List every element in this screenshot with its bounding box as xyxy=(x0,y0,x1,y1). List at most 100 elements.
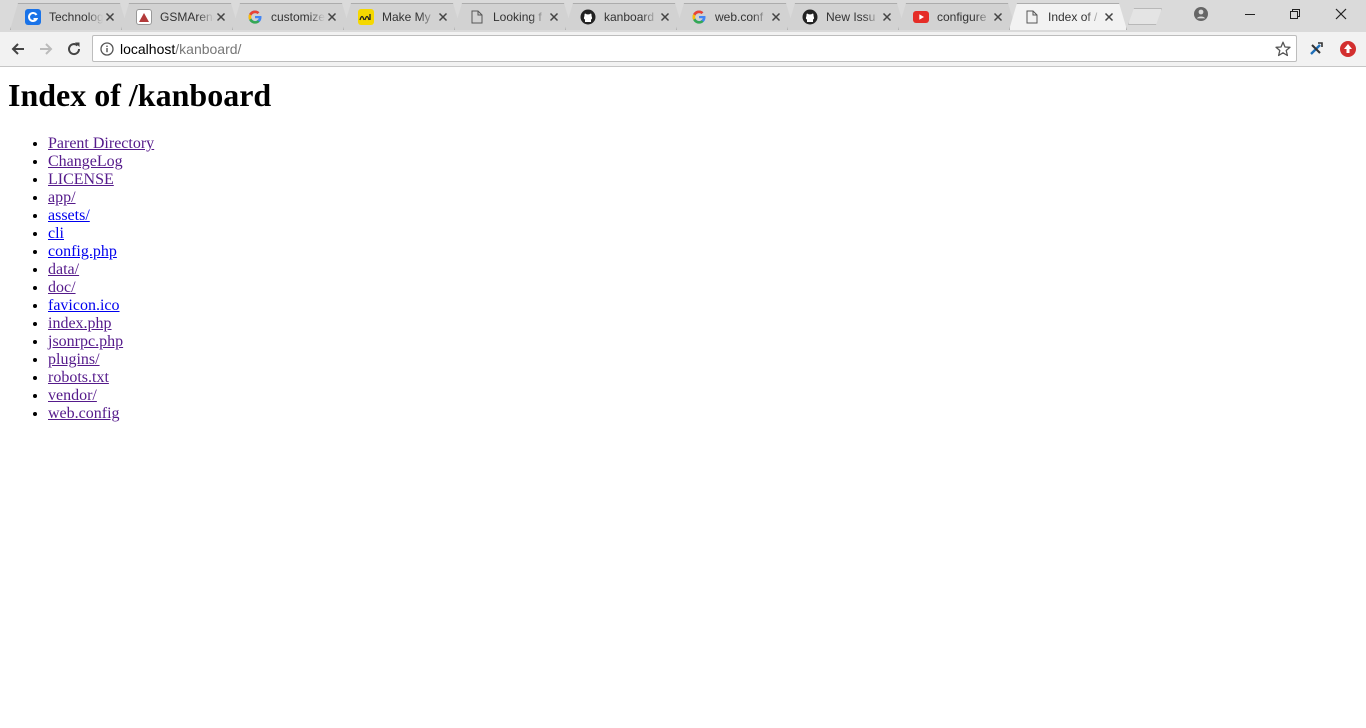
back-button[interactable] xyxy=(6,37,30,61)
url-path: /kanboard/ xyxy=(175,40,242,57)
github-icon xyxy=(580,9,596,25)
tab-close-icon[interactable] xyxy=(769,10,783,24)
file-link[interactable]: assets/ xyxy=(48,207,90,224)
list-item: favicon.ico xyxy=(48,297,1358,315)
list-item: plugins/ xyxy=(48,351,1358,369)
file-link[interactable]: plugins/ xyxy=(48,351,100,368)
list-item: config.php xyxy=(48,243,1358,261)
tab-close-icon[interactable] xyxy=(547,10,561,24)
toolbar: localhost/kanboard/ xyxy=(0,32,1366,67)
minimize-button[interactable] xyxy=(1227,0,1273,28)
list-item: assets/ xyxy=(48,207,1358,225)
page-icon xyxy=(1024,9,1040,25)
tab-title: web.conf xyxy=(715,10,764,24)
profile-button[interactable] xyxy=(1178,0,1224,28)
tab-title: Technology xyxy=(49,10,103,24)
list-item: data/ xyxy=(48,261,1358,279)
tab-close-icon[interactable] xyxy=(103,10,117,24)
tab-7[interactable]: New Issu xyxy=(787,3,905,30)
tab-title: customize xyxy=(271,10,325,24)
tab-0[interactable]: Technology xyxy=(10,3,128,30)
list-item: Parent Directory xyxy=(48,135,1358,153)
list-item: index.php xyxy=(48,315,1358,333)
file-link[interactable]: jsonrpc.php xyxy=(48,333,123,350)
technology-g-icon xyxy=(25,9,41,25)
tab-5[interactable]: kanboard xyxy=(565,3,683,30)
list-item: ChangeLog xyxy=(48,153,1358,171)
info-icon[interactable] xyxy=(100,41,114,56)
browser-chrome: Technology GSMArena customize Make My Lookin… xyxy=(0,0,1366,67)
address-bar[interactable]: localhost/kanboard/ xyxy=(92,35,1297,62)
tab-3[interactable]: Make My xyxy=(343,3,461,30)
tab-close-icon[interactable] xyxy=(880,10,894,24)
tab-4[interactable]: Looking f xyxy=(454,3,572,30)
google-icon xyxy=(247,9,263,25)
list-item: vendor/ xyxy=(48,387,1358,405)
tab-title: kanboard xyxy=(604,10,655,24)
extension-tool-icon xyxy=(1310,42,1323,55)
tab-content: New Issu xyxy=(802,4,894,30)
profile-icon xyxy=(1194,7,1208,21)
tab-close-icon[interactable] xyxy=(991,10,1005,24)
tab-content: Technology xyxy=(25,4,117,30)
tab-close-icon[interactable] xyxy=(658,10,672,24)
bookmark-star-icon[interactable] xyxy=(1275,41,1291,57)
file-link[interactable]: ChangeLog xyxy=(48,153,123,170)
file-link[interactable]: app/ xyxy=(48,189,76,206)
file-link[interactable]: Parent Directory xyxy=(48,135,154,152)
file-link[interactable]: index.php xyxy=(48,315,112,332)
list-item: doc/ xyxy=(48,279,1358,297)
dof-icon xyxy=(358,9,374,25)
upload-badge-icon xyxy=(1340,41,1356,57)
tab-title: GSMArena xyxy=(160,10,214,24)
tab-close-icon[interactable] xyxy=(436,10,450,24)
file-link[interactable]: favicon.ico xyxy=(48,297,120,314)
tab-content: GSMArena xyxy=(136,4,228,30)
close-icon xyxy=(1335,8,1347,20)
tab-6[interactable]: web.conf xyxy=(676,3,794,30)
gsmarena-icon xyxy=(136,9,152,25)
tab-1[interactable]: GSMArena xyxy=(121,3,239,30)
page-title: Index of /kanboard xyxy=(8,77,272,113)
new-tab-button[interactable] xyxy=(1128,8,1162,25)
url-text[interactable]: localhost/kanboard/ xyxy=(120,41,241,57)
tab-content: Looking f xyxy=(469,4,561,30)
page-icon xyxy=(469,9,485,25)
restore-button[interactable] xyxy=(1272,0,1318,28)
tab-content: web.conf xyxy=(691,4,783,30)
forward-button[interactable] xyxy=(34,37,58,61)
tab-2[interactable]: customize xyxy=(232,3,350,30)
file-link[interactable]: LICENSE xyxy=(48,171,114,188)
file-link[interactable]: config.php xyxy=(48,243,117,260)
forward-arrow-icon xyxy=(40,43,53,55)
tab-title: Looking f xyxy=(493,10,542,24)
github-icon xyxy=(802,9,818,25)
extension-button[interactable] xyxy=(1305,38,1327,60)
tab-close-icon[interactable] xyxy=(214,10,228,24)
minimize-icon xyxy=(1245,14,1255,15)
list-item: jsonrpc.php xyxy=(48,333,1358,351)
list-item: LICENSE xyxy=(48,171,1358,189)
tab-close-icon[interactable] xyxy=(1102,10,1116,24)
file-link[interactable]: cli xyxy=(48,225,64,242)
list-item: cli xyxy=(48,225,1358,243)
tab-content: customize xyxy=(247,4,339,30)
file-link[interactable]: web.config xyxy=(48,405,120,422)
extension-button-2[interactable] xyxy=(1337,38,1359,60)
url-host: localhost xyxy=(120,40,176,57)
reload-icon xyxy=(68,42,81,56)
close-window-button[interactable] xyxy=(1318,0,1364,28)
tab-9[interactable]: Index of / xyxy=(1009,3,1127,30)
tab-content: kanboard xyxy=(580,4,672,30)
file-link[interactable]: vendor/ xyxy=(48,387,97,404)
tab-title: configure xyxy=(937,10,987,24)
list-item: robots.txt xyxy=(48,369,1358,387)
tab-8[interactable]: configure xyxy=(898,3,1016,30)
tab-title: Index of / xyxy=(1048,10,1098,24)
reload-button[interactable] xyxy=(62,37,86,61)
directory-listing: Parent DirectoryChangeLogLICENSEapp/asse… xyxy=(8,135,1358,423)
file-link[interactable]: doc/ xyxy=(48,279,76,296)
file-link[interactable]: data/ xyxy=(48,261,79,278)
file-link[interactable]: robots.txt xyxy=(48,369,109,386)
tab-close-icon[interactable] xyxy=(325,10,339,24)
